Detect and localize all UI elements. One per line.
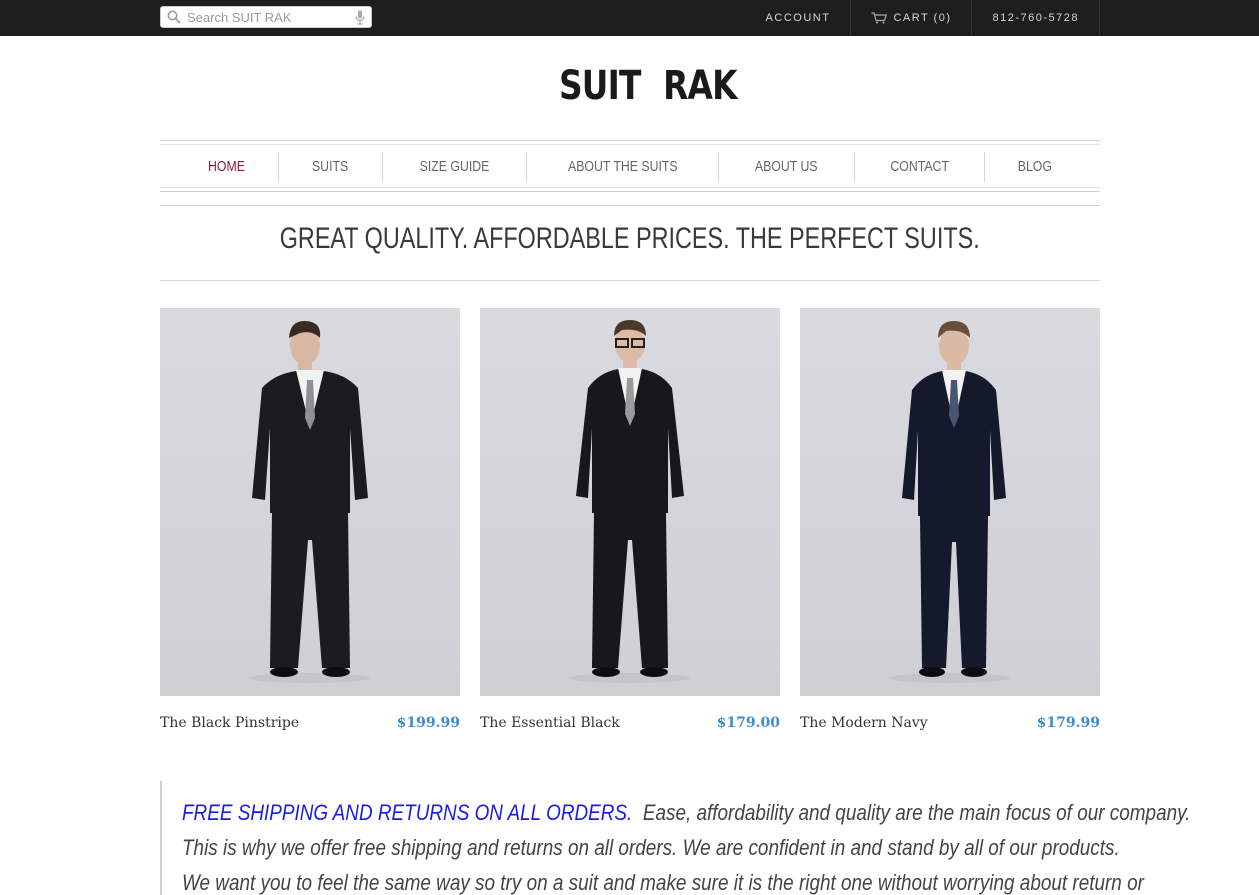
promo-text: Ease, affordability and quality are the … <box>642 800 1191 825</box>
model-figure <box>570 320 690 683</box>
cart-link[interactable]: CART (0) <box>850 0 971 36</box>
site-logo[interactable]: SUIT RAK <box>550 60 738 112</box>
account-nav: ACCOUNT CART (0) 812-760-5728 <box>746 0 1100 36</box>
nav-suits[interactable]: SUITS <box>278 152 381 182</box>
product-card[interactable]: The Essential Black $179.00 <box>480 308 780 731</box>
nav-about-us[interactable]: ABOUT US <box>718 152 853 182</box>
nav-size-guide[interactable]: SIZE GUIDE <box>381 152 526 182</box>
product-name[interactable]: The Black Pinstripe <box>160 715 299 731</box>
product-image[interactable] <box>480 308 780 696</box>
divider <box>160 205 1100 206</box>
product-card[interactable]: The Black Pinstripe $199.99 <box>160 308 460 731</box>
product-name[interactable]: The Essential Black <box>480 715 620 731</box>
phone-label: 812-760-5728 <box>992 12 1079 24</box>
cart-label: CART (0) <box>893 12 952 24</box>
nav-contact[interactable]: CONTACT <box>853 152 984 182</box>
logo-text-right: RAK <box>663 63 738 109</box>
product-name[interactable]: The Modern Navy <box>800 715 928 731</box>
model-figure <box>250 320 370 683</box>
nav-blog[interactable]: BLOG <box>983 152 1085 182</box>
nav-divider-bottom <box>160 187 1100 192</box>
search-input[interactable] <box>187 9 347 25</box>
product-card[interactable]: The Modern Navy $179.99 <box>800 308 1100 731</box>
nav-divider-top <box>160 140 1100 145</box>
promo-line-1: FREE SHIPPING AND RETURNS ON ALL ORDERS.… <box>182 795 1190 830</box>
phone-number[interactable]: 812-760-5728 <box>971 0 1100 36</box>
promo-line-2: This is why we offer free shipping and r… <box>182 835 1120 860</box>
product-price: $179.00 <box>716 715 780 731</box>
product-image[interactable] <box>160 308 460 696</box>
product-price: $179.99 <box>1036 715 1100 731</box>
nav-about-the-suits[interactable]: ABOUT THE SUITS <box>525 152 719 182</box>
product-price: $199.99 <box>396 715 460 731</box>
divider <box>160 280 1100 281</box>
account-link[interactable]: ACCOUNT <box>746 0 851 36</box>
top-bar: ACCOUNT CART (0) 812-760-5728 <box>0 0 1259 36</box>
model-figure <box>890 321 1010 683</box>
promo-blockquote: FREE SHIPPING AND RETURNS ON ALL ORDERS.… <box>160 781 1190 895</box>
product-image[interactable] <box>800 308 1100 696</box>
account-label: ACCOUNT <box>765 12 831 24</box>
promo-line-3: We want you to feel the same way so try … <box>182 870 1144 895</box>
nav-home[interactable]: HOME <box>175 152 278 182</box>
cart-icon <box>871 12 888 24</box>
microphone-icon[interactable] <box>355 10 365 25</box>
main-nav: HOME SUITS SIZE GUIDE ABOUT THE SUITS AB… <box>160 152 1100 182</box>
page-tagline: GREAT QUALITY. AFFORDABLE PRICES. THE PE… <box>279 222 981 255</box>
search-box[interactable] <box>160 6 372 28</box>
logo-text-left: SUIT <box>558 63 641 109</box>
free-shipping-link[interactable]: FREE SHIPPING AND RETURNS ON ALL ORDERS. <box>182 800 632 825</box>
search-icon <box>167 10 181 24</box>
